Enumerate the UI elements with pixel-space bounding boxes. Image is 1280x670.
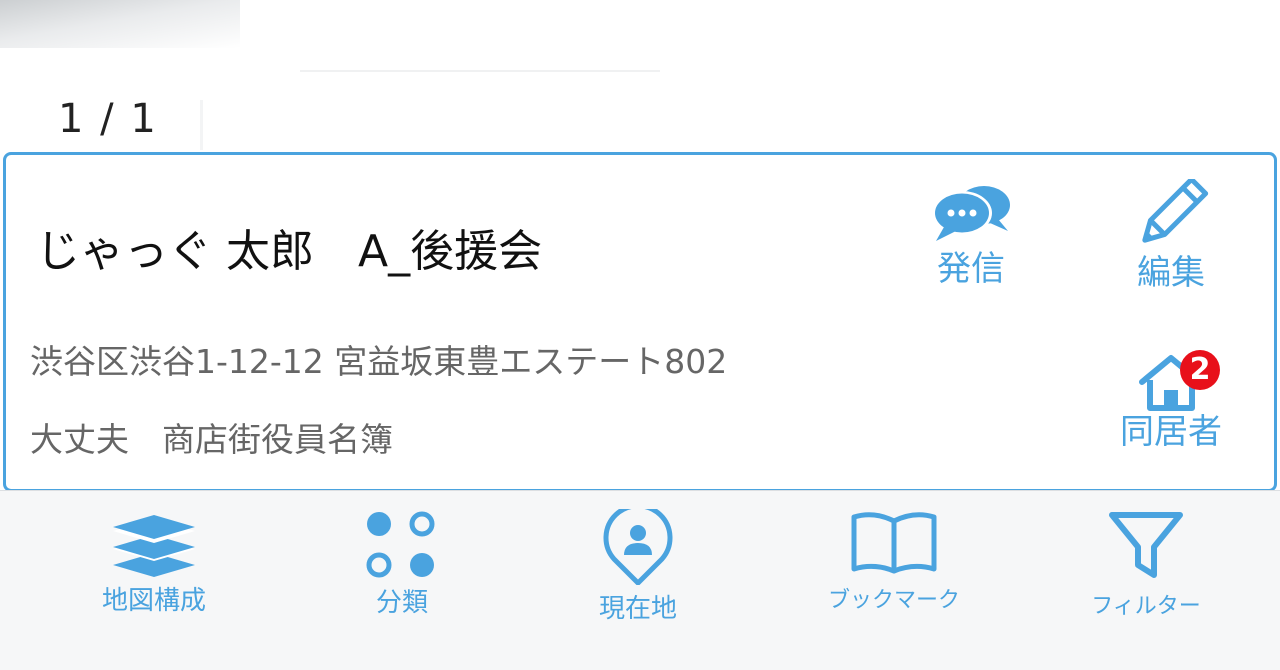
chat-bubbles-icon [932, 186, 1010, 241]
map-road [200, 100, 203, 150]
tab-bookmark-label: ブックマーク [827, 588, 960, 613]
category-dots-icon [366, 511, 435, 578]
tab-filter-label: フィルター [1091, 594, 1201, 619]
book-icon [851, 512, 937, 574]
tab-map-layers-label: 地図構成 [101, 586, 206, 616]
tab-bookmark[interactable]: ブックマーク [784, 509, 1004, 617]
location-pin-icon [603, 509, 673, 585]
contact-address: 渋谷区渋谷1-12-12 宮益坂東豊エステート802 [30, 342, 728, 381]
filter-icon [1109, 512, 1183, 578]
map-road [300, 70, 660, 72]
app-screen: 1 / 1 じゃっぐ 太郎 A_後援会 渋谷区渋谷1-12-12 宮益坂東豊エス… [0, 0, 1280, 670]
household-button[interactable]: 2 同居者 [1096, 350, 1246, 452]
pencil-icon [1142, 176, 1209, 243]
tab-filter[interactable]: フィルター [1036, 509, 1256, 623]
tab-category[interactable]: 分類 [292, 509, 512, 619]
edit-button[interactable]: 編集 [1096, 176, 1246, 293]
send-button[interactable]: 発信 [896, 183, 1046, 289]
household-count-badge: 2 [1180, 350, 1220, 390]
map-view[interactable] [0, 0, 1280, 160]
bottom-tab-bar: 地図構成 分類 現在地 ブックマーク フィルター [0, 490, 1280, 670]
send-label: 発信 [937, 249, 1005, 289]
contact-group: 大丈夫 商店街役員名簿 [30, 420, 393, 459]
household-label: 同居者 [1120, 412, 1222, 452]
edit-label: 編集 [1137, 253, 1205, 293]
tab-current-location[interactable]: 現在地 [528, 509, 748, 625]
household-icon-wrap: 2 [1096, 350, 1246, 412]
tab-current-location-label: 現在地 [598, 594, 677, 624]
tab-category-label: 分類 [375, 588, 428, 618]
contact-card[interactable]: じゃっぐ 太郎 A_後援会 渋谷区渋谷1-12-12 宮益坂東豊エステート802… [3, 152, 1277, 492]
contact-name: じゃっぐ 太郎 A_後援会 [36, 226, 543, 277]
tab-map-layers[interactable]: 地図構成 [44, 509, 264, 617]
map-feature [0, 0, 240, 48]
layers-icon [113, 515, 195, 577]
page-counter: 1 / 1 [58, 96, 158, 142]
